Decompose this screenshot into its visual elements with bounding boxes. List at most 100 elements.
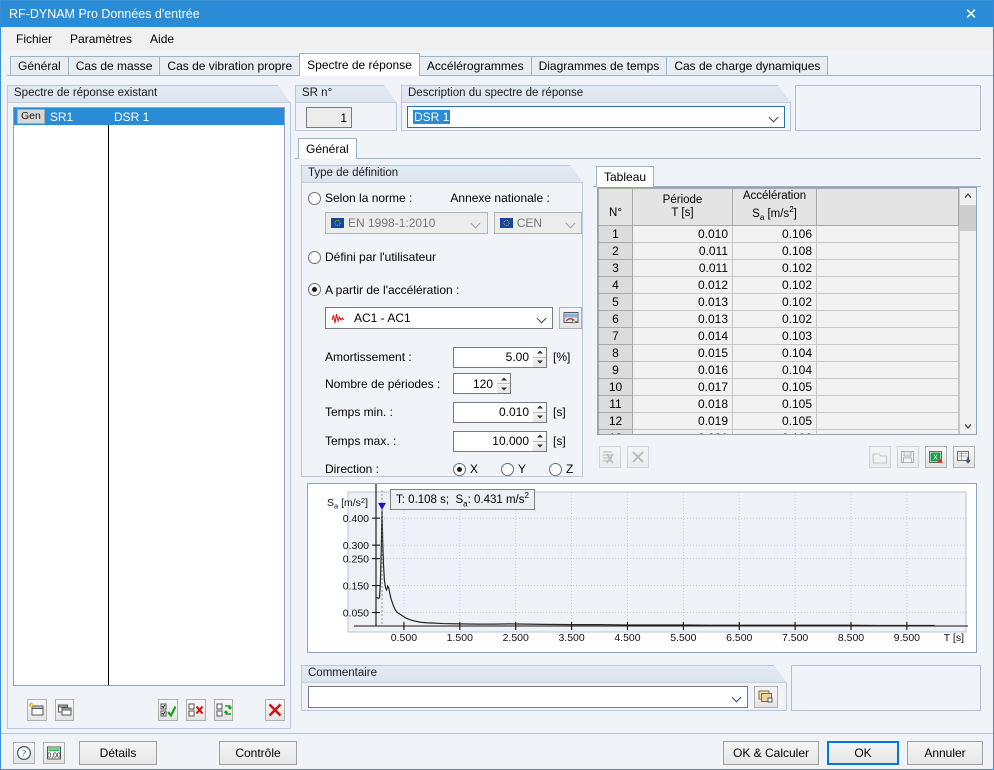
chevron-down-icon[interactable] [467,213,487,233]
table-row[interactable]: 60.0130.102 [599,311,959,328]
cancel-button[interactable]: Annuler [907,741,983,765]
cell-acceleration[interactable]: 0.103 [733,328,817,345]
radio-defini-par-utilisateur[interactable]: Défini par l'utilisateur [308,250,436,264]
radio-selon-la-norme[interactable]: Selon la norme : [308,191,412,205]
tab-general[interactable]: Général [10,56,69,75]
table-row[interactable]: 80.0150.104 [599,345,959,362]
table-row[interactable]: 10.0100.106 [599,226,959,243]
menu-item-parametres[interactable]: Paramètres [61,29,141,49]
cell-periode[interactable]: 0.019 [633,413,733,430]
cell-periode[interactable]: 0.014 [633,328,733,345]
table-row[interactable]: 90.0160.104 [599,362,959,379]
cell-periode[interactable]: 0.016 [633,362,733,379]
stepper-up[interactable] [533,432,546,442]
accelerogram-combo[interactable]: AC1 - AC1 [325,307,553,329]
stepper-up[interactable] [497,374,510,384]
cell-acceleration[interactable]: 0.108 [733,243,817,260]
copy-spectrum-icon[interactable] [55,699,75,721]
tab-tableau[interactable]: Tableau [596,166,654,187]
chevron-down-icon[interactable] [561,213,581,233]
insert-row-icon[interactable] [599,446,621,468]
ok-calculate-button[interactable]: OK & Calculer [723,741,819,765]
scroll-down-icon[interactable] [960,418,976,434]
field-amortissement-stepper[interactable] [533,347,547,368]
tab-cas-de-charge-dynamiques[interactable]: Cas de charge dynamiques [666,56,828,75]
table-row[interactable]: 30.0110.102 [599,260,959,277]
chevron-down-icon[interactable] [532,308,552,328]
cell-periode[interactable]: 0.013 [633,311,733,328]
stepper-down[interactable] [533,413,546,422]
select-all-icon[interactable] [158,699,178,721]
spectra-list[interactable]: Gen SR1 DSR 1 [13,107,285,686]
stepper-down[interactable] [533,358,546,367]
scroll-up-icon[interactable] [960,188,976,204]
delete-icon[interactable] [265,699,285,721]
tab-cas-de-vibration-propre[interactable]: Cas de vibration propre [159,56,300,75]
radio-direction-y[interactable]: Y [501,462,549,476]
field-temps-max-input[interactable] [453,431,533,452]
description-combo[interactable]: DSR 1 [407,106,785,128]
control-button[interactable]: Contrôle [219,741,297,765]
cell-acceleration[interactable]: 0.104 [733,362,817,379]
menu-item-fichier[interactable]: Fichier [7,29,61,49]
cell-acceleration[interactable]: 0.105 [733,413,817,430]
table-row[interactable]: 50.0130.102 [599,294,959,311]
cell-acceleration[interactable]: 0.102 [733,260,817,277]
field-nombre-de-periodes-stepper[interactable] [497,373,511,394]
cell-acceleration[interactable]: 0.106 [733,430,817,434]
cell-periode[interactable]: 0.013 [633,294,733,311]
edit-accelerogram-icon[interactable] [559,307,582,329]
tab-accelerogrammes[interactable]: Accélérogrammes [419,56,532,75]
details-button[interactable]: Détails [79,741,157,765]
tab-cas-de-masse[interactable]: Cas de masse [68,56,161,75]
cell-acceleration[interactable]: 0.102 [733,294,817,311]
field-amortissement-input[interactable] [453,347,533,368]
help-icon[interactable]: ? [13,742,35,764]
chevron-down-icon[interactable] [727,687,747,707]
table-row[interactable]: 20.0110.108 [599,243,959,260]
cell-periode[interactable]: 0.018 [633,396,733,413]
units-icon[interactable]: 0,00 [43,742,65,764]
inner-tab-general[interactable]: Général [298,138,357,159]
deselect-all-icon[interactable] [186,699,206,721]
table-scrollbar[interactable] [959,188,976,434]
stepper-up[interactable] [533,403,546,413]
comment-combo[interactable] [308,686,748,708]
cell-periode[interactable]: 0.017 [633,379,733,396]
new-spectrum-icon[interactable] [27,699,47,721]
export-excel-icon[interactable] [953,446,975,468]
cell-acceleration[interactable]: 0.104 [733,345,817,362]
table-row[interactable]: 100.0170.105 [599,379,959,396]
field-temps-min-input[interactable] [453,402,533,423]
table-row[interactable]: 110.0180.105 [599,396,959,413]
ok-button[interactable]: OK [827,741,899,765]
close-icon[interactable]: ✕ [949,1,993,27]
cell-acceleration[interactable]: 0.102 [733,311,817,328]
response-spectrum-chart[interactable]: 0.0500.1500.2500.3000.4000.5001.5002.500… [307,483,977,653]
cell-acceleration[interactable]: 0.105 [733,379,817,396]
scrollbar-thumb[interactable] [960,205,976,231]
cell-periode[interactable]: 0.012 [633,277,733,294]
cell-periode[interactable]: 0.011 [633,243,733,260]
radio-direction-z[interactable]: Z [549,462,573,476]
save-file-icon[interactable] [897,446,919,468]
radio-direction-x[interactable]: X [453,462,501,476]
cell-periode[interactable]: 0.015 [633,345,733,362]
comment-library-icon[interactable] [754,686,778,708]
cell-periode[interactable]: 0.011 [633,260,733,277]
standard-combo[interactable]: EN 1998-1:2010 [325,212,488,234]
spectrum-table[interactable]: N° Période T [s] Accélération Sa [m/s2] [597,187,977,435]
cell-periode[interactable]: 0.010 [633,226,733,243]
cell-periode[interactable]: 0.020 [633,430,733,434]
invert-selection-icon[interactable] [214,699,234,721]
cell-acceleration[interactable]: 0.105 [733,396,817,413]
list-item[interactable]: Gen SR1 DSR 1 [14,108,284,125]
sr-number-input[interactable] [306,107,352,128]
field-temps-min-stepper[interactable] [533,402,547,423]
chevron-down-icon[interactable] [764,107,784,127]
tab-spectre-de-reponse[interactable]: Spectre de réponse [299,53,420,76]
stepper-up[interactable] [533,348,546,358]
table-row[interactable]: 70.0140.103 [599,328,959,345]
menu-item-aide[interactable]: Aide [141,29,183,49]
stepper-down[interactable] [497,384,510,393]
